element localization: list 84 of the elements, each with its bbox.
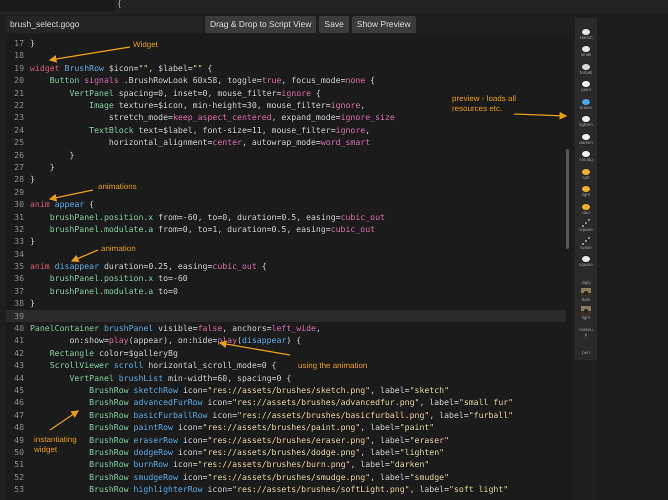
code-text: BrushRow eraserRow icon="res://assets/brushes/eraser.png", label="eraser" — [89, 434, 450, 446]
line-number: 36 — [13, 272, 24, 285]
code-text: BrushRow smudgeRow icon="res://assets/brushes/smudge.png", label="smudge" — [89, 470, 450, 484]
file-name-field[interactable]: brush_select.gogo — [6, 16, 202, 33]
code-text: BrushRow dodgeRow icon="res://assets/brushes/dodge.png", label="lighten" — [89, 446, 444, 458]
code-text: stretch_mode=keep_aspect_centered, expand_mode=ignore_size — [108, 111, 395, 124]
line-number: 50 — [13, 446, 24, 458]
line-number: 49 — [13, 434, 24, 446]
line-number: 33 — [13, 235, 24, 248]
line-number: 44 — [13, 372, 24, 384]
line-number: 32 — [13, 222, 24, 236]
line-number: 41 — [13, 334, 24, 347]
annotation-note: preview - loads all resources etc. — [452, 94, 518, 114]
code-text: ScrollViewer scroll horizontal_scroll_mode=0 { — [50, 359, 276, 372]
code-text: Rectangle color=$galleryBg — [50, 346, 178, 360]
code-text: } — [50, 160, 55, 174]
line-number: 48 — [13, 421, 24, 434]
code-text: BrushRow basicFurballRow icon="res://assets/brushes/basicfurball.png", label="furball" — [89, 408, 514, 422]
code-text: PanelContainer brushPanel visible=false, anchors=left_wide, — [30, 322, 321, 334]
code-text: brushPanel.modulate.a to=0 — [50, 284, 178, 298]
line-number: 22 — [13, 99, 24, 112]
code-text: Button signals .BrushRowLook 60x58, toggle=true, focus_mode=none { — [50, 74, 376, 87]
code-text: brushPanel.position.x to=-60 — [50, 272, 188, 285]
code-text: Image texture=$icon, min-height=30, mouse_filter=ignore, — [89, 99, 366, 112]
code-text: anim disappear duration=0.25, easing=cubic_out { — [30, 260, 267, 272]
line-number: 18 — [13, 49, 24, 62]
code-text: BrushRow sketchRow icon="res://assets/brushes/sketch.png", label="sketch" — [89, 384, 450, 396]
line-number: 17 — [13, 37, 24, 50]
toolbar-button[interactable]: Drag & Drop to Script View — [205, 16, 316, 33]
line-number: 19 — [13, 62, 24, 74]
code-text: BrushRow burnRow icon="res://assets/brushes/burn.png", label="darken" — [89, 458, 430, 471]
annotation-arrow — [514, 112, 568, 120]
line-number: 20 — [13, 74, 24, 87]
line-number: 51 — [13, 458, 24, 471]
toolbar-button[interactable]: Save — [319, 16, 349, 33]
annotation-note: Widget — [133, 40, 159, 50]
annotation-note: animation — [101, 244, 137, 254]
code-text: } — [69, 148, 74, 161]
line-number: 30 — [13, 198, 24, 210]
line-number: 52 — [13, 470, 24, 484]
annotation-arrow — [70, 249, 98, 262]
line-number: 40 — [13, 322, 24, 334]
code-text: BrushRow paintRow icon="res://assets/brushes/paint.png", label="paint" — [89, 421, 434, 434]
line-number: 53 — [13, 483, 24, 496]
line-number: 28 — [13, 173, 24, 186]
line-number: 29 — [13, 186, 24, 198]
code-text: } — [30, 235, 35, 248]
line-number: 37 — [13, 284, 24, 298]
code-text: BrushRow highlighterRow icon="res://assets/brushes/softLight.png", label="soft light" — [89, 483, 508, 496]
line-number: 38 — [13, 297, 24, 310]
annotation-arrow — [50, 410, 80, 431]
code-text: VertPanel spacing=0, inset=0, mouse_filter=ignore { — [69, 86, 321, 99]
code-text: horizontal_alignment=center, autowrap_mode=word_smart — [108, 136, 370, 148]
line-number: 23 — [13, 111, 24, 124]
line-number: 45 — [13, 384, 24, 396]
code-text: } — [30, 37, 35, 50]
toolbar-button[interactable]: Show Preview — [352, 16, 416, 33]
line-number: 34 — [13, 248, 24, 260]
line-number: 26 — [13, 148, 24, 161]
tab-text: { — [118, 0, 121, 8]
line-number: 47 — [13, 408, 24, 422]
code-text: brushPanel.modulate.a from=0, to=1, duration=0.5, easing=cubic_out — [50, 222, 376, 236]
code-text: TextBlock text=$label, font-size=11, mouse_filter=ignore, — [89, 124, 370, 136]
scrollbar-thumb[interactable] — [566, 149, 569, 249]
annotation-note: animations — [98, 182, 138, 192]
annotation-arrow — [48, 189, 94, 202]
annotation-note: instantiating widget — [34, 435, 78, 455]
line-number: 35 — [13, 260, 24, 272]
line-number: 43 — [13, 359, 24, 372]
line-number: 25 — [13, 136, 24, 149]
code-text: VertPanel brushList min-width=60, spacing=0 { — [69, 372, 292, 384]
annotation-note: using the animation — [298, 361, 368, 371]
line-number: 31 — [13, 210, 24, 223]
line-number: 42 — [13, 346, 24, 360]
code-text: brushPanel.position.x from=-60, to=0, duration=0.5, easing=cubic_out — [50, 210, 385, 223]
line-number: 27 — [13, 160, 24, 174]
line-number: 46 — [13, 396, 24, 409]
line-number: 21 — [13, 86, 24, 99]
line-number: 24 — [13, 124, 24, 136]
code-text: BrushRow advancedFurRow icon="res://assets/brushes/advancedfur.png", label="small fur" — [89, 396, 514, 409]
code-text: anim appear { — [30, 198, 94, 210]
code-text: } — [30, 297, 35, 310]
code-text: widget BrushRow $icon="", $label="" { — [30, 62, 212, 74]
code-text: } — [30, 173, 35, 186]
